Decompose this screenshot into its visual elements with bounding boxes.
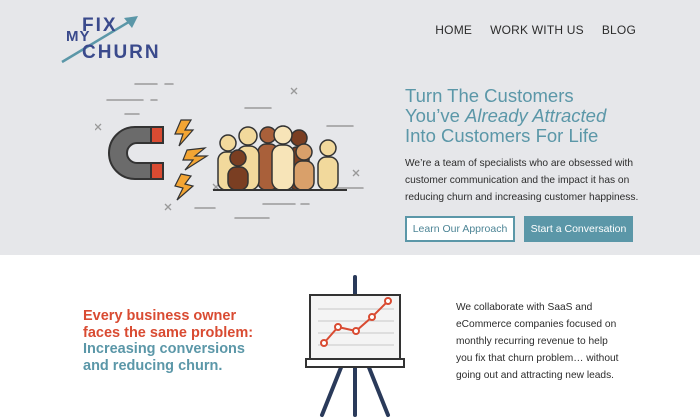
hero-title-line2-pre: You’ve	[405, 105, 466, 126]
learn-approach-button[interactable]: Learn Our Approach	[405, 216, 515, 242]
hero-section: FIX MY CHURN HOME WORK WITH US BLOG Turn…	[0, 0, 700, 255]
main-nav: HOME WORK WITH US BLOG	[435, 23, 636, 37]
magnet-customers-illustration	[95, 83, 364, 219]
nav-home[interactable]: HOME	[435, 23, 472, 37]
problem-heading: Every business owner faces the same prob…	[83, 308, 263, 374]
logo-text-churn: CHURN	[82, 42, 161, 63]
hero-title-line2-em: Already Attracted	[465, 105, 607, 126]
hero-title-line1: Turn The Customers	[405, 85, 574, 106]
nav-work-with-us[interactable]: WORK WITH US	[490, 23, 584, 37]
problem-heading-red: Every business owner faces the same prob…	[83, 308, 254, 341]
nav-blog[interactable]: BLOG	[602, 23, 636, 37]
start-conversation-button[interactable]: Start a Conversation	[524, 216, 633, 242]
hero-title: Turn The Customers You’ve Already Attrac…	[405, 86, 665, 146]
collab-description: We collaborate with SaaS and eCommerce c…	[456, 302, 619, 381]
easel-chart-illustration	[305, 275, 405, 417]
hero-description: We’re a team of specialists who are obse…	[405, 158, 639, 203]
problem-heading-blue: Increasing conversions and reducing chur…	[83, 341, 245, 374]
hero-title-line3: Into Customers For Life	[405, 125, 599, 146]
logo[interactable]: FIX MY CHURN	[60, 14, 159, 66]
